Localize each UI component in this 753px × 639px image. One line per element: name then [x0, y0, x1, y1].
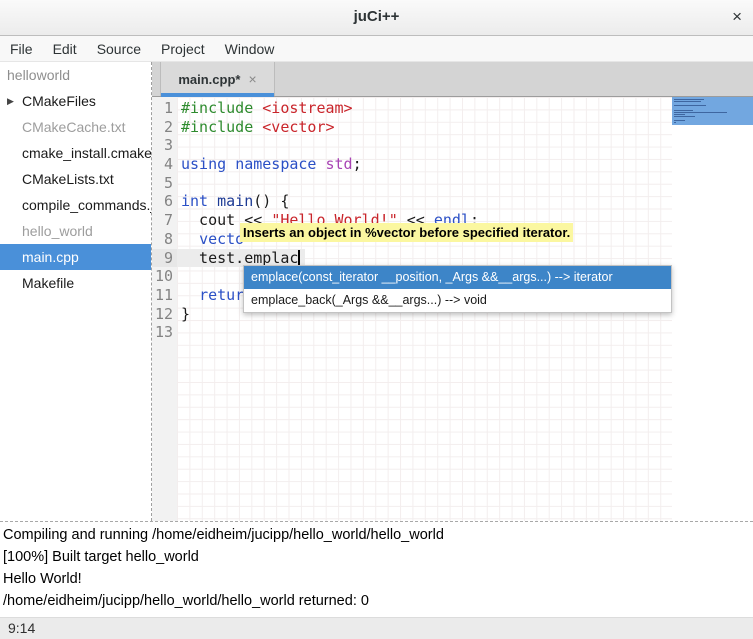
- file-tree: helloworld ▶ CMakeFiles CMakeCache.txt cmak…: [0, 62, 152, 521]
- sidebar-root[interactable]: helloworld: [0, 62, 151, 88]
- code-token: vecto: [199, 230, 244, 248]
- code-token: #include: [181, 118, 253, 136]
- sidebar-item-main-cpp[interactable]: main.cpp: [0, 244, 151, 270]
- line-number: 12: [152, 305, 177, 324]
- doc-tooltip: Inserts an object in %vector before spec…: [240, 223, 573, 242]
- sidebar-item-makefile[interactable]: Makefile: [0, 270, 151, 296]
- status-bar: 9:14: [0, 617, 753, 639]
- sidebar-item-label: CMakeFiles: [22, 93, 96, 109]
- code-token: [181, 230, 199, 248]
- line-number: 1: [152, 99, 177, 118]
- minimap-code-line: [674, 110, 693, 111]
- tab-close-icon[interactable]: ×: [248, 71, 256, 87]
- code-token: #include: [181, 99, 253, 117]
- menu-item-file[interactable]: File: [0, 38, 43, 60]
- terminal-line: Compiling and running /home/eidheim/juci…: [3, 524, 753, 546]
- code-token: <vector>: [262, 118, 334, 136]
- autocomplete-popup: emplace(const_iterator __position, _Args…: [243, 265, 672, 313]
- code-token: [316, 155, 325, 173]
- code-line[interactable]: [177, 174, 672, 193]
- code-token: [253, 118, 262, 136]
- line-number: 2: [152, 118, 177, 137]
- code-token: int: [181, 192, 208, 210]
- minimap-code-line: [674, 120, 685, 121]
- sidebar-item-label: hello_world: [22, 223, 93, 239]
- code-token: [208, 192, 217, 210]
- code-token: ;: [353, 155, 362, 173]
- minimap[interactable]: [672, 97, 753, 521]
- sidebar-item-label: cmake_install.cmake: [22, 145, 151, 161]
- code-token: retur: [199, 286, 244, 304]
- sidebar-item-label: CMakeLists.txt: [22, 171, 114, 187]
- terminal-line: Hello World!: [3, 568, 753, 590]
- code-line[interactable]: #include <iostream>: [177, 99, 672, 118]
- window-title: juCi++: [0, 8, 753, 25]
- minimap-code-line: [674, 112, 727, 113]
- code-token: [253, 99, 262, 117]
- sidebar-root-label: helloworld: [7, 67, 70, 83]
- sidebar-item-label: main.cpp: [22, 249, 79, 265]
- tab-label: main.cpp*: [178, 72, 240, 87]
- line-number: 11: [152, 286, 177, 305]
- line-number: 6: [152, 192, 177, 211]
- sidebar-item-cmake-install-cmake[interactable]: cmake_install.cmake: [0, 140, 151, 166]
- code-line[interactable]: int main() {: [177, 192, 672, 211]
- minimap-viewport[interactable]: [672, 97, 753, 125]
- code-token: [226, 155, 235, 173]
- code-line[interactable]: using namespace std;: [177, 155, 672, 174]
- terminal-output[interactable]: Compiling and running /home/eidheim/juci…: [0, 521, 753, 617]
- autocomplete-item-0[interactable]: emplace(const_iterator __position, _Args…: [244, 266, 671, 289]
- line-number: 9: [152, 249, 177, 268]
- minimap-code-line: [674, 114, 685, 115]
- autocomplete-item-1[interactable]: emplace_back(_Args &&__args...) --> void: [244, 289, 671, 312]
- code-token: }: [181, 305, 190, 323]
- minimap-code-line: [674, 116, 695, 117]
- code-token: () {: [253, 192, 289, 210]
- code-token: main: [217, 192, 253, 210]
- minimap-code-line: [674, 105, 706, 106]
- tab-bar: main.cpp* ×: [152, 62, 753, 97]
- expander-arrow-icon[interactable]: ▶: [7, 88, 14, 114]
- line-number: 3: [152, 136, 177, 155]
- sidebar-item-label: compile_commands.json: [22, 197, 151, 213]
- line-number-gutter: 12345678910111213: [152, 97, 177, 521]
- sidebar-item-label: Makefile: [22, 275, 74, 291]
- code-token: std: [326, 155, 353, 173]
- code-line[interactable]: [177, 136, 672, 155]
- menu-item-edit[interactable]: Edit: [43, 38, 87, 60]
- line-number: 4: [152, 155, 177, 174]
- code-token: using: [181, 155, 226, 173]
- menu-item-project[interactable]: Project: [151, 38, 215, 60]
- minimap-code-line: [674, 99, 704, 100]
- sidebar-item-hello-world[interactable]: hello_world: [0, 218, 151, 244]
- menu-item-source[interactable]: Source: [87, 38, 151, 60]
- cursor-position-label: 9:14: [8, 620, 35, 636]
- terminal-line: [100%] Built target hello_world: [3, 546, 753, 568]
- menu-bar: FileEditSourceProjectWindow: [0, 36, 753, 62]
- code-line[interactable]: [177, 323, 672, 342]
- line-number: 10: [152, 267, 177, 286]
- sidebar-item-cmakefiles[interactable]: ▶ CMakeFiles: [0, 88, 151, 114]
- minimap-code-line: [674, 101, 701, 102]
- line-number: 7: [152, 211, 177, 230]
- line-number: 13: [152, 323, 177, 342]
- line-number: 5: [152, 174, 177, 193]
- close-icon[interactable]: ×: [732, 7, 742, 27]
- code-token: namespace: [235, 155, 316, 173]
- sidebar-item-cmakecache-txt[interactable]: CMakeCache.txt: [0, 114, 151, 140]
- sidebar-item-label: CMakeCache.txt: [22, 119, 125, 135]
- text-cursor: [298, 250, 300, 265]
- sidebar-item-compile-commands-json[interactable]: compile_commands.json: [0, 192, 151, 218]
- code-token: [181, 286, 199, 304]
- terminal-line: /home/eidheim/jucipp/hello_world/hello_w…: [3, 590, 753, 612]
- tab-main-cpp[interactable]: main.cpp* ×: [160, 62, 275, 96]
- menu-item-window[interactable]: Window: [215, 38, 285, 60]
- code-token: <iostream>: [262, 99, 352, 117]
- minimap-code-line: [674, 122, 676, 123]
- window-titlebar: juCi++ ×: [0, 0, 753, 36]
- code-token: test.emplac: [181, 249, 298, 267]
- code-line[interactable]: #include <vector>: [177, 118, 672, 137]
- sidebar-item-cmakelists-txt[interactable]: CMakeLists.txt: [0, 166, 151, 192]
- line-number: 8: [152, 230, 177, 249]
